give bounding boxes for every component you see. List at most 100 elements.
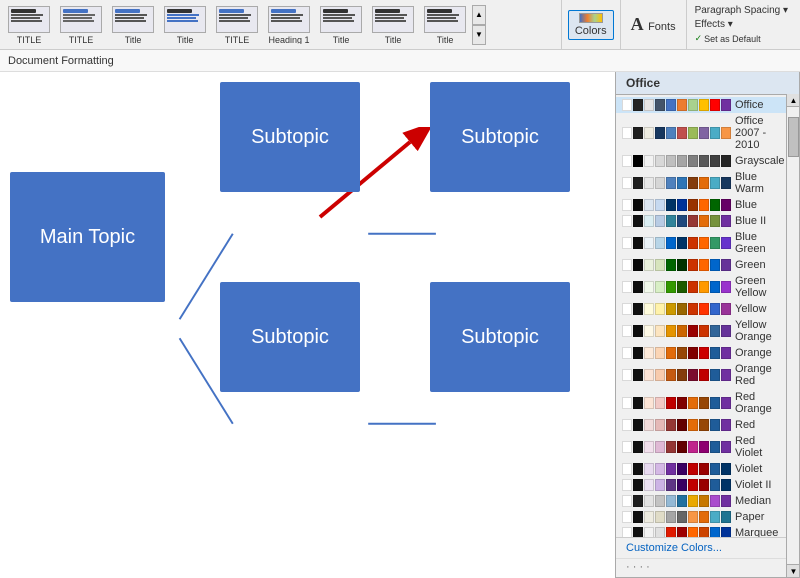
color-swatch [710, 199, 720, 211]
color-swatch [644, 479, 654, 491]
color-swatch [710, 259, 720, 271]
main-topic-box[interactable]: Main Topic [10, 172, 165, 302]
color-swatch [633, 199, 643, 211]
color-theme-item[interactable]: Orange [616, 345, 786, 361]
subtopic-box-1[interactable]: Subtopic [220, 82, 360, 192]
colors-dropdown-panel: Office Office Office 2007 - 2010Grayscale… [615, 72, 800, 578]
color-theme-item[interactable]: Blue Warm [616, 169, 786, 197]
color-swatch [655, 495, 665, 507]
color-swatch [644, 127, 654, 139]
color-swatch [655, 347, 665, 359]
color-swatch [633, 527, 643, 537]
color-theme-item[interactable]: Blue [616, 197, 786, 213]
ribbon-template-0[interactable]: TITLE [4, 3, 54, 47]
color-swatch [633, 397, 643, 409]
color-theme-item[interactable]: Paper [616, 509, 786, 525]
ribbon-template-8[interactable]: Title [420, 3, 470, 47]
scrollbar-down-arrow[interactable]: ▼ [787, 564, 800, 577]
color-swatch [688, 495, 698, 507]
color-swatch [699, 511, 709, 523]
color-swatch [633, 303, 643, 315]
ribbon-template-1[interactable]: TITLE [56, 3, 106, 47]
color-swatch [622, 325, 632, 337]
color-swatch [666, 281, 676, 293]
color-swatch [688, 199, 698, 211]
color-swatch [622, 369, 632, 381]
color-swatch [655, 155, 665, 167]
color-theme-item[interactable]: Grayscale [616, 153, 786, 169]
paragraph-spacing-button[interactable]: Paragraph Spacing ▾ [695, 5, 788, 16]
swatch-group [622, 369, 731, 381]
color-swatch [699, 281, 709, 293]
color-theme-item[interactable]: Orange Red [616, 361, 786, 389]
color-theme-item[interactable]: Red Orange [616, 389, 786, 417]
color-swatch [721, 303, 731, 315]
dropdown-list[interactable]: Office Office 2007 - 2010GrayscaleBlue Wa… [616, 95, 799, 537]
color-theme-item[interactable]: Marquee [616, 525, 786, 537]
color-theme-item[interactable]: Median [616, 493, 786, 509]
color-theme-item[interactable]: Red Violet [616, 433, 786, 461]
fonts-button[interactable]: A Fonts [627, 12, 680, 37]
color-theme-item[interactable]: Yellow Orange [616, 317, 786, 345]
color-theme-item[interactable]: Office 2007 - 2010 [616, 113, 786, 153]
color-swatch [666, 397, 676, 409]
color-swatch [710, 237, 720, 249]
customize-colors-button[interactable]: Customize Colors... [616, 537, 799, 558]
set-default-button[interactable]: ✓ Set as Default [695, 33, 761, 44]
color-theme-label: Orange [735, 347, 772, 359]
scrollbar-thumb[interactable] [788, 117, 799, 157]
color-swatch [677, 463, 687, 475]
ribbon-template-4[interactable]: TITLE [212, 3, 262, 47]
color-swatch [633, 441, 643, 453]
color-swatch [655, 237, 665, 249]
color-theme-item[interactable]: Violet [616, 461, 786, 477]
color-swatch [721, 495, 731, 507]
color-theme-label: Marquee [735, 527, 778, 537]
color-theme-item[interactable]: Blue Green [616, 229, 786, 257]
swatch-group [622, 237, 731, 249]
ribbon-template-5[interactable]: Heading 1 [264, 3, 314, 47]
subtopic-box-4[interactable]: Subtopic [430, 282, 570, 392]
color-swatch [633, 99, 643, 111]
color-theme-item[interactable]: Violet II [616, 477, 786, 493]
color-swatch [655, 397, 665, 409]
color-swatch [622, 199, 632, 211]
color-swatch [688, 215, 698, 227]
color-swatch [699, 527, 709, 537]
swatch-group [622, 199, 731, 211]
color-theme-item[interactable]: Green Yellow [616, 273, 786, 301]
color-swatch [710, 463, 720, 475]
colors-button[interactable]: Colors [568, 10, 614, 40]
scrollbar-up-arrow[interactable]: ▲ [787, 94, 800, 107]
ribbon-template-2[interactable]: Title [108, 3, 158, 47]
color-theme-item[interactable]: Red [616, 417, 786, 433]
color-swatch [688, 463, 698, 475]
color-swatch [688, 511, 698, 523]
color-swatch [655, 281, 665, 293]
color-theme-item[interactable]: Blue II [616, 213, 786, 229]
color-swatch [666, 419, 676, 431]
dropdown-scrollbar[interactable]: ▲ ▼ [786, 94, 799, 577]
ribbon-template-3[interactable]: Title [160, 3, 210, 47]
color-swatch [644, 177, 654, 189]
ribbon-template-6[interactable]: Title [316, 3, 366, 47]
color-swatch [622, 511, 632, 523]
subtopic-box-2[interactable]: Subtopic [430, 82, 570, 192]
colors-label: Colors [575, 25, 607, 37]
color-theme-label: Office [735, 99, 764, 111]
subtopic-box-3[interactable]: Subtopic [220, 282, 360, 392]
ribbon-template-7[interactable]: Title [368, 3, 418, 47]
color-swatch [655, 303, 665, 315]
color-swatch [721, 199, 731, 211]
ribbon-scroll-down[interactable]: ▼ [472, 25, 486, 45]
ribbon-scroll-up[interactable]: ▲ [472, 5, 486, 25]
color-swatch [688, 479, 698, 491]
swatch-group [622, 215, 731, 227]
effects-button[interactable]: Effects ▾ [695, 19, 733, 30]
color-swatch [721, 215, 731, 227]
color-theme-item[interactable]: Yellow [616, 301, 786, 317]
color-swatch [622, 419, 632, 431]
main-area: Main Topic Subtopic Subtopic Subtopic Su… [0, 72, 800, 578]
color-theme-item[interactable]: Green [616, 257, 786, 273]
color-theme-item[interactable]: Office [616, 97, 786, 113]
